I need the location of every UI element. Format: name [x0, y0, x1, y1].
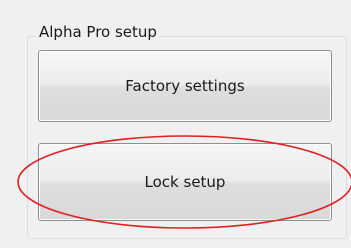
setup-panel: Alpha Pro setup Factory settings Lock se…	[0, 0, 351, 248]
lock-setup-label: Lock setup	[144, 173, 226, 191]
lock-setup-button[interactable]: Lock setup	[38, 143, 332, 221]
groupbox-title: Alpha Pro setup	[36, 22, 160, 42]
factory-settings-label: Factory settings	[125, 77, 245, 95]
factory-settings-button[interactable]: Factory settings	[38, 50, 332, 122]
